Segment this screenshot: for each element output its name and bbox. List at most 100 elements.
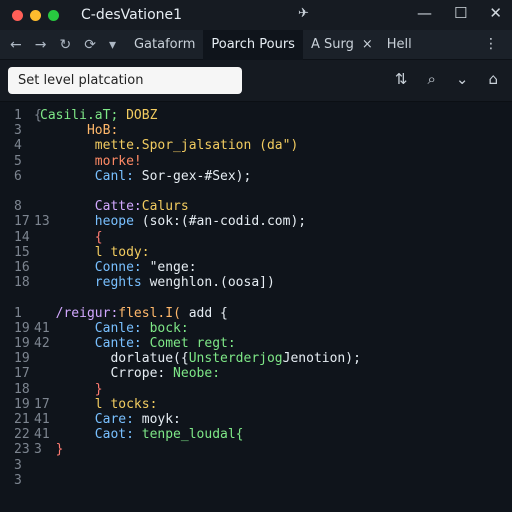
line-number: 19 (14, 351, 30, 367)
code-token: morke! (40, 153, 142, 169)
code-text: Catte:Calurs (40, 199, 189, 215)
code-line: 3 HoB: (0, 123, 512, 139)
zoom-window-dot[interactable] (48, 9, 59, 21)
code-token: Unsterderjog (188, 351, 283, 367)
line-number: 6 (14, 168, 22, 184)
line-number: 3 (14, 123, 22, 139)
code-line: 15 l tody: (0, 245, 512, 261)
chevron-down-icon[interactable]: ⌄ (456, 70, 469, 88)
tab-close-icon[interactable]: × (362, 30, 379, 60)
line-number: 17 (14, 366, 30, 382)
code-text: { (40, 230, 103, 246)
code-token: Canle: (40, 320, 142, 336)
back-icon[interactable]: ← (10, 37, 22, 53)
search-row-icons: ⇅ ⌕ ⌄ ⌂ (395, 70, 498, 88)
line-number: 15 (14, 244, 30, 260)
minimize-icon[interactable]: — (417, 4, 432, 22)
line-number: 1 (14, 305, 22, 321)
code-text: l tocks: (40, 396, 158, 413)
code-token: bock: (141, 320, 189, 336)
line-number: 19 (14, 396, 30, 412)
tab-0[interactable]: Gataform (126, 30, 203, 60)
reload-icon[interactable]: ↻ (59, 37, 71, 53)
code-text: Cante: Comet regt: (40, 336, 236, 352)
code-text: } (40, 442, 64, 458)
code-token: { (40, 229, 103, 245)
maximize-icon[interactable]: ☐ (454, 4, 467, 22)
code-line: 18 } (0, 382, 512, 398)
minimize-window-dot[interactable] (30, 9, 41, 21)
code-token: tody: (102, 244, 150, 260)
code-token: moyk: (133, 412, 181, 427)
line-number: 5 (14, 153, 22, 169)
line-number: 23 (14, 442, 30, 458)
code-text: heope (sok:(#an-codid.com); (40, 214, 306, 230)
line-number: 3 (14, 472, 22, 488)
code-text: /reigur:flesl.I( add { (40, 306, 228, 322)
code-token: HoB: (40, 123, 119, 139)
code-token: tenpe_loudal{ (133, 427, 244, 443)
code-token: "enge: (141, 260, 197, 275)
chevron-down-icon[interactable]: ▾ (109, 37, 116, 53)
line-number: 19 (14, 320, 30, 336)
line-number: 16 (14, 260, 30, 275)
code-line: 8 Catte:Calurs (0, 199, 512, 215)
code-text: dorlatue({UnsterderjogJenotion); (40, 351, 361, 367)
search-row: Set level platcation ⇅ ⌕ ⌄ ⌂ (0, 60, 512, 102)
code-line: 3 (0, 473, 512, 489)
line-number: 18 (14, 381, 30, 397)
line-number: 4 (14, 138, 22, 154)
code-token: mette. (40, 138, 142, 154)
tab-3[interactable]: Hell (379, 30, 420, 60)
close-icon[interactable]: ✕ (489, 4, 502, 22)
sort-icon[interactable]: ⇅ (395, 70, 408, 88)
code-token: Jenotion); (282, 351, 361, 367)
code-token: Calurs (141, 199, 189, 215)
code-token: Care: (40, 412, 134, 427)
code-token: add { (180, 305, 228, 321)
code-line: 22 41 Caot: tenpe_loudal{ (0, 427, 512, 443)
code-line: 21 41 Care: moyk: (0, 412, 512, 428)
code-token: l (40, 396, 103, 412)
code-token: Conne: (40, 260, 142, 275)
code-token: l (40, 244, 103, 260)
code-text: Crrope: Neobe: (40, 366, 220, 382)
code-token: (sok:(#an-codid.com); (133, 214, 307, 230)
code-line: 3 (0, 458, 512, 474)
nav-icons: ← → ↻ ⟳ ▾ (10, 37, 116, 53)
code-token: Casili.aT; (40, 108, 119, 123)
code-token: } (40, 442, 64, 458)
search-icon[interactable]: ⌕ (427, 70, 435, 88)
code-line: 1{Casili.aT; DOBZ (0, 108, 512, 124)
tab-1[interactable]: Poarch Pours (203, 29, 303, 60)
forward-icon[interactable]: → (35, 37, 47, 53)
line-number: 18 (14, 275, 30, 291)
code-token: dorlatue({ (40, 351, 189, 367)
code-token: Crrope: (40, 366, 166, 382)
code-line: 16 Conne: "enge: (0, 260, 512, 276)
line-number: 19 (14, 336, 30, 351)
code-token: wenghlon.(oosa]) (141, 275, 275, 291)
code-line: 1 /reigur:flesl.I( add { (0, 306, 512, 322)
line-number: 8 (14, 199, 22, 215)
tab-2[interactable]: A Surg (303, 30, 362, 60)
code-text: mette.Spor_jalsation (da") (40, 138, 299, 154)
search-input[interactable]: Set level platcation (8, 67, 242, 94)
code-token: Canl: (40, 168, 134, 184)
code-text: Caot: tenpe_loudal{ (40, 427, 244, 443)
code-token: /reigur: (40, 305, 119, 321)
sync-icon[interactable]: ⟳ (84, 37, 96, 53)
code-line: 18 reghts wenghlon.(oosa]) (0, 275, 512, 291)
line-number: 21 (14, 412, 30, 427)
home-icon[interactable]: ⌂ (488, 70, 498, 88)
code-token: Caot: (40, 427, 134, 443)
more-menu-icon[interactable]: ⋮ (484, 36, 498, 52)
pin-icon[interactable]: ✈ (298, 6, 309, 21)
code-editor[interactable]: 1{Casili.aT; DOBZ 3 HoB: 4 mette.Spor_jals… (0, 102, 512, 512)
window-title: C-desVatione1 (81, 7, 183, 23)
code-token: tocks: (102, 396, 158, 412)
code-token: Catte: (40, 199, 142, 215)
code-text: HoB: (40, 123, 118, 139)
code-token: Neobe: (165, 366, 221, 382)
close-window-dot[interactable] (12, 9, 23, 21)
